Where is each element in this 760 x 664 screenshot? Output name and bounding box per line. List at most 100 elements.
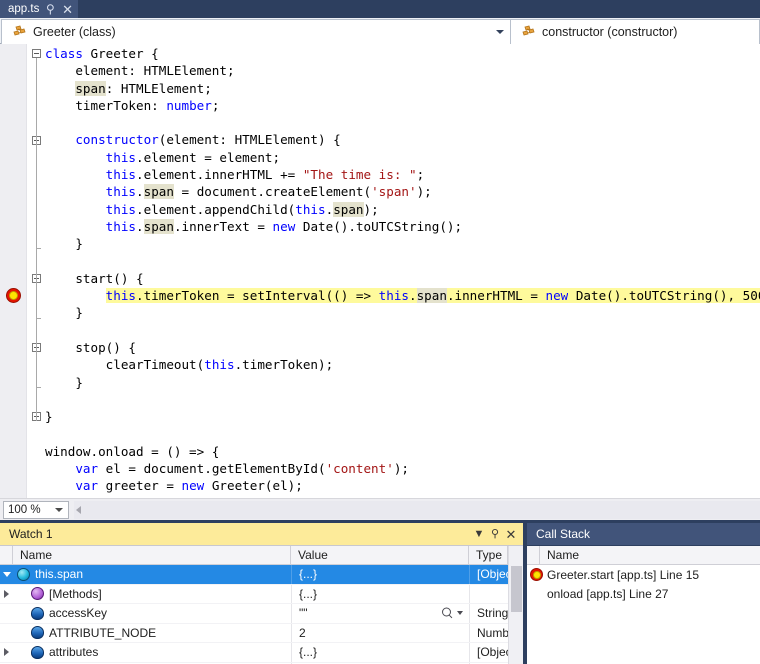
chevron-down-icon[interactable] xyxy=(55,508,63,512)
code-line: this.timerToken = setInterval(() => this… xyxy=(45,287,760,304)
horizontal-scrollbar[interactable] xyxy=(74,501,760,519)
pin-icon[interactable]: ⚲ xyxy=(487,528,503,540)
search-icon[interactable] xyxy=(442,607,453,619)
zoom-level-label: 100 % xyxy=(8,504,41,516)
fold-collapse-icon[interactable] xyxy=(32,49,41,58)
code-token: .element = element; xyxy=(136,149,281,165)
call-stack-header-name[interactable]: Name xyxy=(540,546,760,564)
close-icon[interactable]: ✕ xyxy=(62,3,73,16)
watch-row[interactable]: ATTRIBUTE_NODE 2 Number xyxy=(0,623,523,643)
expand-triangle-icon[interactable] xyxy=(0,643,13,662)
close-icon[interactable]: ✕ xyxy=(503,528,519,541)
code-line: constructor(element: HTMLElement) { xyxy=(45,131,760,148)
code-token: ); xyxy=(393,461,409,477)
watch-row[interactable]: [Methods] {...} xyxy=(0,584,523,604)
call-stack-row[interactable]: Greeter.start [app.ts] Line 15 xyxy=(527,565,760,585)
code-token: this xyxy=(105,218,137,234)
code-token: "The time is: " xyxy=(302,167,417,183)
code-token: span xyxy=(75,80,106,96)
breakpoint-current-statement-icon[interactable] xyxy=(6,288,21,304)
code-token: . xyxy=(136,184,144,200)
watch-header-value[interactable]: Value xyxy=(291,546,469,564)
watch-header-name[interactable]: Name xyxy=(13,546,291,564)
code-line: this.span = document.createElement('span… xyxy=(45,183,760,200)
scroll-left-icon[interactable] xyxy=(76,506,81,514)
watch-row[interactable]: accessKey "" String xyxy=(0,604,523,624)
outlining-gutter[interactable] xyxy=(28,44,45,498)
watch-row[interactable]: this.span {...} [Object, xyxy=(0,565,523,585)
watch-value-label: {...} xyxy=(299,645,318,660)
code-text[interactable]: class Greeter { element: HTMLElement; sp… xyxy=(45,44,760,498)
code-line: timerToken: number; xyxy=(45,97,760,114)
code-token: new xyxy=(181,478,205,494)
watch-vertical-scrollbar[interactable] xyxy=(508,546,523,664)
code-token: greeter = xyxy=(98,478,182,494)
code-token: constructor xyxy=(75,132,159,148)
code-line: this.span.innerText = new Date().toUTCSt… xyxy=(45,218,760,235)
chevron-down-icon[interactable]: ▼ xyxy=(471,528,487,540)
pin-icon[interactable]: ⚲ xyxy=(46,2,55,16)
watch-value-cell[interactable]: {...} xyxy=(291,584,469,603)
type-dropdown[interactable]: Greeter (class) xyxy=(1,19,511,45)
fold-region-end xyxy=(36,317,41,319)
code-token: } xyxy=(45,374,83,390)
watch-panel: Watch 1 ▼ ⚲ ✕ Name Value Type this.span {… xyxy=(0,523,523,664)
expand-triangle-icon[interactable] xyxy=(0,585,13,604)
watch-row[interactable]: attributes {...} [Object, xyxy=(0,643,523,663)
code-token: this xyxy=(295,201,326,217)
class-icon xyxy=(520,25,536,39)
row-expander-empty xyxy=(0,604,13,623)
fold-region-end xyxy=(36,386,41,388)
collapse-triangle-icon[interactable] xyxy=(0,565,13,584)
scrollbar-thumb[interactable] xyxy=(511,566,522,612)
watch-value-label: "" xyxy=(299,606,308,621)
code-line: } xyxy=(45,304,760,321)
code-token: span xyxy=(333,201,364,217)
code-token: .timerToken); xyxy=(234,357,334,373)
code-token: element: HTMLElement; xyxy=(45,63,235,79)
code-token: } xyxy=(45,305,83,321)
code-token: ); xyxy=(416,184,432,200)
fold-region-end xyxy=(36,248,41,250)
watch-name-cell: this.span xyxy=(13,565,291,584)
code-token: 'content' xyxy=(325,461,394,477)
chevron-down-icon[interactable] xyxy=(457,611,463,616)
call-stack-panel: Call Stack Name Greeter.start [app.ts] L… xyxy=(527,523,760,664)
chevron-down-icon[interactable] xyxy=(496,30,504,34)
call-stack-title: Call Stack xyxy=(536,527,591,541)
type-dropdown-label: Greeter (class) xyxy=(33,25,116,39)
code-token: : HTMLElement; xyxy=(105,80,212,96)
code-line: } xyxy=(45,408,760,425)
watch-panel-title-bar: Watch 1 ▼ ⚲ ✕ xyxy=(0,523,523,546)
watch-value-cell[interactable]: "" xyxy=(291,604,469,623)
code-line: class Greeter { xyxy=(45,45,760,62)
watch-value-cell[interactable]: {...} xyxy=(291,643,469,662)
watch-name-cell: ATTRIBUTE_NODE xyxy=(13,624,291,643)
code-line: this.element.innerHTML += "The time is: … xyxy=(45,166,760,183)
member-dropdown-label: constructor (constructor) xyxy=(542,25,678,39)
code-token: stop() { xyxy=(45,340,136,356)
code-token: class xyxy=(45,46,83,61)
watch-value-cell[interactable]: 2 xyxy=(291,623,469,642)
member-dropdown[interactable]: constructor (constructor) xyxy=(511,19,760,45)
watch-name-label: ATTRIBUTE_NODE xyxy=(49,625,157,640)
watch-row-list[interactable]: this.span {...} [Object, [Methods] {...} acce… xyxy=(0,565,523,664)
code-line: start() { xyxy=(45,270,760,287)
breakpoint-gutter[interactable] xyxy=(0,44,27,498)
editor-tab-app-ts[interactable]: app.ts ⚲ ✕ xyxy=(0,0,80,18)
watch-value-cell[interactable]: {...} xyxy=(291,565,469,584)
code-token: var xyxy=(75,478,99,494)
call-stack-row-list[interactable]: Greeter.start [app.ts] Line 15 onload [ap… xyxy=(527,565,760,604)
zoom-level-dropdown[interactable]: 100 % xyxy=(3,501,69,519)
code-line: this.element.appendChild(this.span); xyxy=(45,201,760,218)
watch-header-type[interactable]: Type xyxy=(469,546,508,564)
code-editor[interactable]: class Greeter { element: HTMLElement; sp… xyxy=(0,44,760,498)
call-stack-row[interactable]: onload [app.ts] Line 27 xyxy=(527,585,760,605)
